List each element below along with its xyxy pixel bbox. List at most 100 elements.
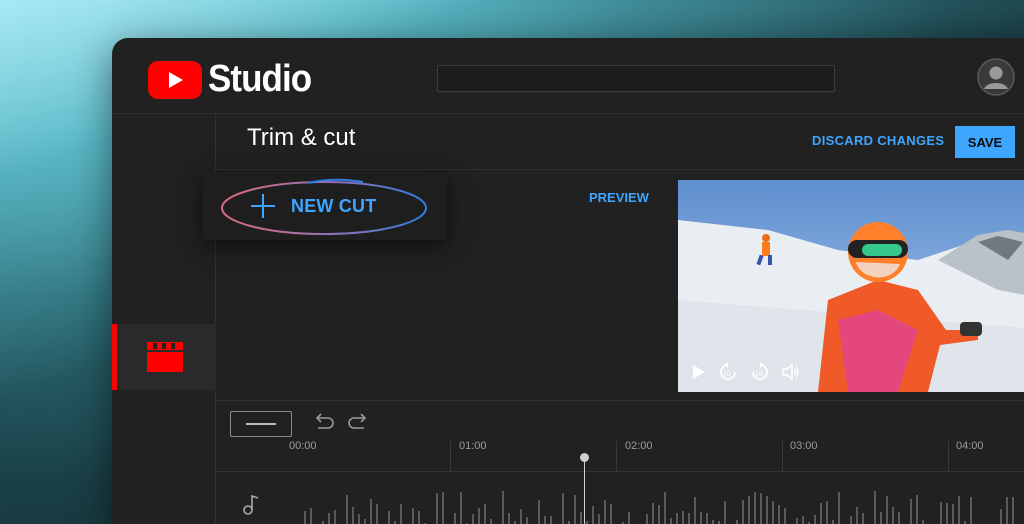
- svg-text:10: 10: [723, 371, 731, 378]
- waveform-bar: [706, 513, 708, 524]
- video-preview[interactable]: 10 10: [678, 180, 1024, 392]
- waveform-bar: [550, 516, 552, 524]
- sidebar: [112, 114, 216, 524]
- page-title: Trim & cut: [247, 124, 356, 151]
- waveform-bar: [304, 511, 306, 524]
- music-note-icon: [243, 494, 259, 515]
- time-tick: [782, 441, 783, 471]
- waveform-bar: [388, 511, 390, 524]
- search-input[interactable]: [437, 65, 835, 92]
- waveform-bar: [694, 497, 696, 524]
- playhead-handle[interactable]: [580, 453, 589, 462]
- waveform-bar: [970, 497, 972, 524]
- waveform-bar: [700, 512, 702, 524]
- studio-logo[interactable]: Studio: [148, 58, 320, 101]
- waveform-bar: [502, 491, 504, 524]
- waveform-bar: [580, 512, 582, 524]
- svg-text:10: 10: [755, 371, 763, 378]
- waveform-bar: [1000, 509, 1002, 524]
- clapperboard-icon: [147, 342, 183, 372]
- waveform-bar: [886, 496, 888, 524]
- time-tick: [948, 441, 949, 471]
- plus-icon: [251, 194, 275, 218]
- waveform-bar: [742, 500, 744, 524]
- waveform-bar: [898, 512, 900, 524]
- forward-10-icon[interactable]: 10: [750, 362, 770, 382]
- waveform-bar: [856, 507, 858, 524]
- waveform-bar: [334, 510, 336, 524]
- account-icon[interactable]: [977, 58, 1015, 96]
- waveform-bar: [520, 509, 522, 524]
- waveform-bar: [832, 520, 834, 524]
- waveform-bar: [460, 492, 462, 524]
- discard-changes-button[interactable]: DISCARD CHANGES: [812, 133, 944, 148]
- rewind-10-icon[interactable]: 10: [718, 362, 738, 382]
- waveform-bar: [826, 501, 828, 524]
- waveform-bar: [676, 513, 678, 524]
- waveform-bar: [658, 505, 660, 524]
- waveform-bar: [346, 495, 348, 524]
- playhead[interactable]: [584, 458, 585, 524]
- waveform-bar: [598, 514, 600, 524]
- waveform-bar: [766, 496, 768, 524]
- waveform-bar: [418, 511, 420, 524]
- youtube-play-icon: [148, 60, 202, 99]
- waveform-bar: [478, 508, 480, 524]
- waveform-bar: [544, 516, 546, 524]
- waveform-bar: [364, 519, 366, 524]
- waveform-bar: [754, 492, 756, 524]
- waveform-bar: [688, 513, 690, 524]
- waveform-bar: [664, 492, 666, 524]
- waveform-bar: [376, 504, 378, 524]
- waveform-bar: [454, 513, 456, 524]
- timeline-divider: [216, 400, 1024, 401]
- waveform-bar: [442, 492, 444, 524]
- time-tick: [450, 441, 451, 471]
- waveform-bar: [712, 520, 714, 524]
- waveform-bar: [682, 511, 684, 524]
- time-tick: [616, 441, 617, 471]
- waveform-bar: [946, 503, 948, 524]
- video-frame: [678, 180, 1024, 392]
- waveform-bar: [400, 504, 402, 524]
- waveform-bar: [574, 495, 576, 524]
- time-marker: 04:00: [956, 440, 984, 452]
- play-icon[interactable]: [692, 364, 706, 380]
- volume-icon[interactable]: [782, 364, 800, 380]
- redo-icon[interactable]: [348, 412, 370, 430]
- waveform-bar: [508, 513, 510, 524]
- waveform-bar: [850, 516, 852, 524]
- waveform-bar: [628, 512, 630, 524]
- video-controls: 10 10: [692, 362, 800, 382]
- waveform-bar: [472, 514, 474, 524]
- zoom-slider[interactable]: [230, 411, 292, 437]
- waveform-bar: [652, 503, 654, 524]
- audio-waveform[interactable]: [302, 478, 1024, 524]
- waveform-bar: [412, 508, 414, 524]
- waveform-bar: [370, 499, 372, 524]
- waveform-bar: [802, 516, 804, 524]
- waveform-bar: [958, 496, 960, 524]
- logo-text: Studio: [208, 58, 312, 100]
- waveform-bar: [874, 491, 876, 524]
- waveform-bar: [778, 505, 780, 524]
- time-marker: 00:00: [289, 440, 317, 452]
- waveform-bar: [748, 496, 750, 524]
- undo-icon[interactable]: [312, 412, 334, 430]
- waveform-bar: [610, 504, 612, 524]
- waveform-bar: [772, 501, 774, 524]
- waveform-bar: [592, 506, 594, 524]
- waveform-bar: [1012, 497, 1014, 524]
- timeline-ruler: [216, 471, 1024, 472]
- new-cut-button[interactable]: NEW CUT: [249, 192, 376, 220]
- waveform-bar: [784, 508, 786, 524]
- sidebar-item-editor[interactable]: [112, 324, 216, 390]
- preview-button[interactable]: PREVIEW: [589, 190, 649, 205]
- waveform-bar: [892, 507, 894, 524]
- time-marker: 01:00: [459, 440, 487, 452]
- waveform-bar: [538, 500, 540, 524]
- waveform-bar: [820, 503, 822, 524]
- waveform-bar: [880, 512, 882, 524]
- save-button[interactable]: SAVE: [955, 126, 1015, 158]
- studio-window: Studio Trim & cut DISCARD CHANGES SAVE P…: [112, 38, 1024, 524]
